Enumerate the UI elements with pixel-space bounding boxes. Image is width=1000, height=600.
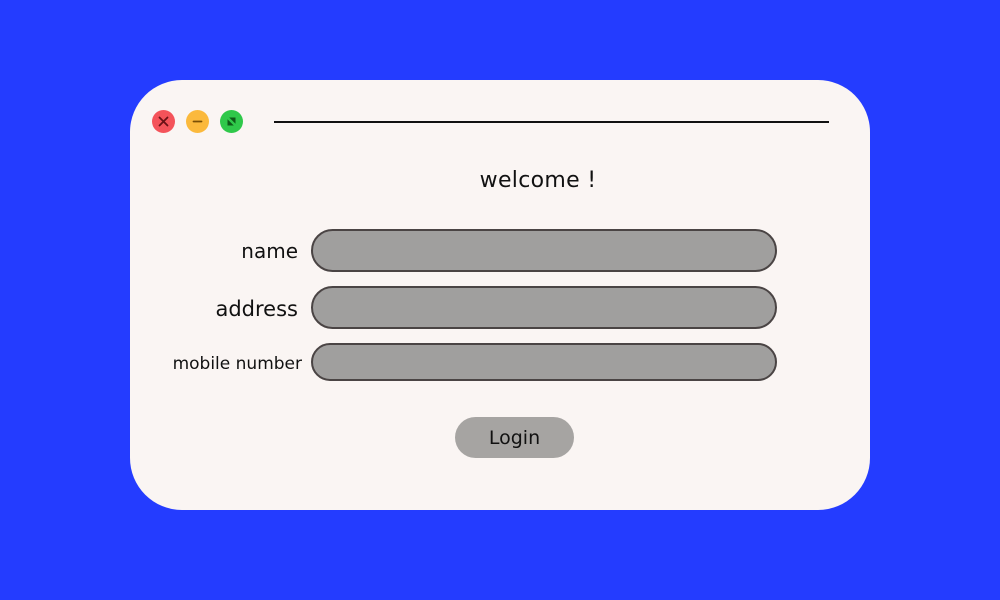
maximize-icon (227, 117, 236, 126)
title-bar-divider (274, 121, 829, 123)
page-title: welcome ! (479, 168, 597, 193)
minimize-icon (192, 120, 203, 123)
app-window: welcome ! name address mobile number Log… (130, 80, 870, 510)
close-button[interactable] (152, 110, 175, 133)
mobile-number-field[interactable] (311, 343, 777, 381)
close-icon (158, 116, 169, 127)
name-label: name (241, 239, 298, 263)
maximize-button[interactable] (220, 110, 243, 133)
name-field[interactable] (311, 229, 777, 272)
mobile-number-label: mobile number (172, 354, 302, 374)
window-controls (152, 110, 243, 133)
minimize-button[interactable] (186, 110, 209, 133)
address-field[interactable] (311, 286, 777, 329)
address-label: address (215, 297, 298, 321)
desktop-background: welcome ! name address mobile number Log… (0, 0, 1000, 600)
login-button[interactable]: Login (455, 417, 574, 458)
